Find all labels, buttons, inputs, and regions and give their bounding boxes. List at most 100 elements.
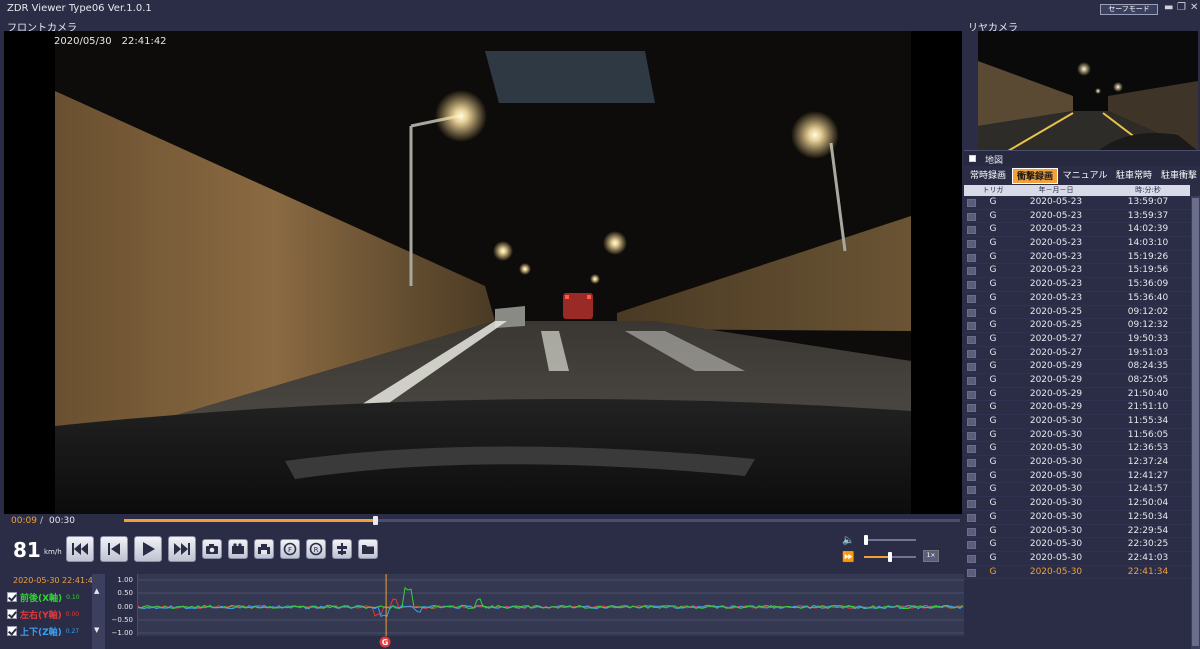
scroll-down-icon[interactable]: ▼ — [94, 626, 99, 634]
axis-z-checkbox[interactable] — [7, 626, 17, 636]
row-checkbox[interactable] — [967, 418, 976, 426]
row-checkbox[interactable] — [967, 541, 976, 550]
row-checkbox[interactable] — [967, 294, 976, 303]
list-item[interactable]: G 2020-05-30 22:41:34 — [964, 566, 1190, 580]
list-item[interactable]: G 2020-05-30 12:37:24 — [964, 456, 1190, 470]
map-toggle-bar[interactable]: 地図 — [964, 150, 1200, 166]
row-checkbox[interactable] — [967, 267, 976, 276]
tab-impact[interactable]: 衝撃録画 — [1012, 168, 1058, 184]
list-item[interactable]: G 2020-05-30 22:41:03 — [964, 552, 1190, 566]
row-checkbox[interactable] — [967, 376, 976, 385]
list-item[interactable]: G 2020-05-30 11:56:05 — [964, 429, 1190, 443]
row-checkbox[interactable] — [967, 568, 976, 577]
list-item[interactable]: G 2020-05-29 08:24:35 — [964, 360, 1190, 374]
graph-scroll[interactable]: ▲ ▼ — [92, 574, 105, 649]
playback-speed-slider[interactable] — [864, 552, 916, 562]
row-checkbox[interactable] — [967, 486, 976, 495]
row-checkbox[interactable] — [967, 335, 976, 344]
list-item[interactable]: G 2020-05-30 22:29:54 — [964, 525, 1190, 539]
tab-manual[interactable]: マニュアル — [1060, 168, 1110, 184]
play-button[interactable] — [134, 536, 162, 562]
column-date[interactable]: 年－月－日 — [1024, 185, 1088, 196]
list-item[interactable]: G 2020-05-29 08:25:05 — [964, 374, 1190, 388]
list-item[interactable]: G 2020-05-30 12:41:57 — [964, 483, 1190, 498]
g-sensor-graph[interactable] — [137, 574, 965, 636]
list-item[interactable]: G 2020-05-30 11:55:34 — [964, 415, 1190, 429]
trigger-marker[interactable]: G — [379, 636, 391, 648]
minimize-icon[interactable]: ▬ — [1164, 3, 1173, 13]
volume-handle[interactable] — [864, 535, 868, 545]
rear-view-button[interactable]: R — [306, 539, 326, 559]
open-folder-button[interactable] — [358, 539, 378, 559]
list-item[interactable]: G 2020-05-30 12:50:04 — [964, 497, 1190, 511]
column-time[interactable]: 時:分:秒 — [1120, 185, 1176, 196]
video-export-button[interactable] — [228, 539, 248, 559]
settings-button[interactable] — [332, 539, 352, 559]
safe-mode-button[interactable]: セーフモード — [1100, 4, 1158, 15]
row-checkbox[interactable] — [967, 349, 976, 358]
row-checkbox[interactable] — [967, 472, 976, 481]
seek-bar[interactable] — [124, 516, 960, 525]
restore-icon[interactable]: ❐ — [1177, 3, 1186, 13]
list-item[interactable]: G 2020-05-23 13:59:07 — [964, 196, 1190, 210]
axis-toggle-z[interactable]: 上下(Z軸) 0.27 — [7, 624, 79, 638]
list-item[interactable]: G 2020-05-30 22:30:25 — [964, 538, 1190, 552]
list-item[interactable]: G 2020-05-25 09:12:32 — [964, 319, 1190, 333]
row-checkbox[interactable] — [967, 390, 976, 399]
row-checkbox[interactable] — [967, 527, 976, 536]
row-checkbox[interactable] — [967, 199, 976, 207]
row-checkbox[interactable] — [967, 363, 976, 372]
list-item[interactable]: G 2020-05-23 14:03:10 — [964, 237, 1190, 251]
list-item[interactable]: G 2020-05-23 13:59:37 — [964, 210, 1190, 224]
list-item[interactable]: G 2020-05-27 19:50:33 — [964, 333, 1190, 347]
row-checkbox[interactable] — [967, 459, 976, 468]
list-item[interactable]: G 2020-05-29 21:50:40 — [964, 388, 1190, 402]
skip-to-end-button[interactable] — [168, 536, 196, 562]
row-checkbox[interactable] — [967, 240, 976, 249]
tab-continuous[interactable]: 常時録画 — [966, 168, 1010, 184]
list-item[interactable]: G 2020-05-23 15:19:56 — [964, 264, 1190, 279]
row-checkbox[interactable] — [967, 445, 976, 454]
axis-y-checkbox[interactable] — [7, 609, 17, 619]
list-item[interactable]: G 2020-05-23 15:36:40 — [964, 292, 1190, 306]
front-camera-video[interactable]: 2020/05/30 22:41:42 — [4, 31, 962, 514]
row-checkbox[interactable] — [967, 308, 976, 317]
scroll-up-icon[interactable]: ▲ — [94, 587, 99, 595]
list-item[interactable]: G 2020-05-23 15:36:09 — [964, 278, 1190, 292]
list-item[interactable]: G 2020-05-30 12:50:34 — [964, 511, 1190, 525]
tab-parking-impact[interactable]: 駐車衝撃 — [1158, 168, 1200, 184]
print-button[interactable] — [254, 539, 274, 559]
list-item[interactable]: G 2020-05-27 19:51:03 — [964, 347, 1190, 361]
list-item[interactable]: G 2020-05-23 15:19:26 — [964, 251, 1190, 265]
skip-to-start-button[interactable] — [66, 536, 94, 562]
row-checkbox[interactable] — [967, 500, 976, 509]
rear-camera-video[interactable] — [978, 31, 1198, 151]
list-scrollbar-thumb[interactable] — [1192, 198, 1199, 646]
axis-toggle-y[interactable]: 左右(Y軸) 0.00 — [7, 607, 79, 621]
playback-speed-handle[interactable] — [888, 552, 892, 562]
list-item[interactable]: G 2020-05-30 12:41:27 — [964, 470, 1190, 484]
row-checkbox[interactable] — [967, 554, 976, 563]
seek-bar-handle[interactable] — [372, 516, 378, 525]
list-scrollbar[interactable] — [1191, 196, 1200, 649]
row-checkbox[interactable] — [967, 281, 976, 290]
row-checkbox[interactable] — [967, 322, 976, 331]
row-checkbox[interactable] — [967, 212, 976, 221]
row-checkbox[interactable] — [967, 513, 976, 522]
snapshot-button[interactable] — [202, 539, 222, 559]
list-item[interactable]: G 2020-05-29 21:51:10 — [964, 401, 1190, 415]
playback-speed-badge[interactable]: 1× — [923, 550, 939, 562]
list-item[interactable]: G 2020-05-23 14:02:39 — [964, 223, 1190, 238]
axis-toggle-x[interactable]: 前後(X軸) 0.10 — [7, 590, 80, 604]
row-checkbox[interactable] — [967, 253, 976, 262]
row-checkbox[interactable] — [967, 226, 976, 235]
list-item[interactable]: G 2020-05-25 09:12:02 — [964, 306, 1190, 320]
list-item[interactable]: G 2020-05-30 12:36:53 — [964, 442, 1190, 457]
close-icon[interactable]: ✕ — [1190, 3, 1198, 13]
front-view-button[interactable]: F — [280, 539, 300, 559]
tab-parking-continuous[interactable]: 駐車常時 — [1112, 168, 1156, 184]
row-checkbox[interactable] — [967, 431, 976, 440]
row-checkbox[interactable] — [967, 404, 976, 413]
column-trigger[interactable]: トリガ — [982, 185, 1004, 196]
map-toggle-icon[interactable] — [969, 155, 976, 162]
